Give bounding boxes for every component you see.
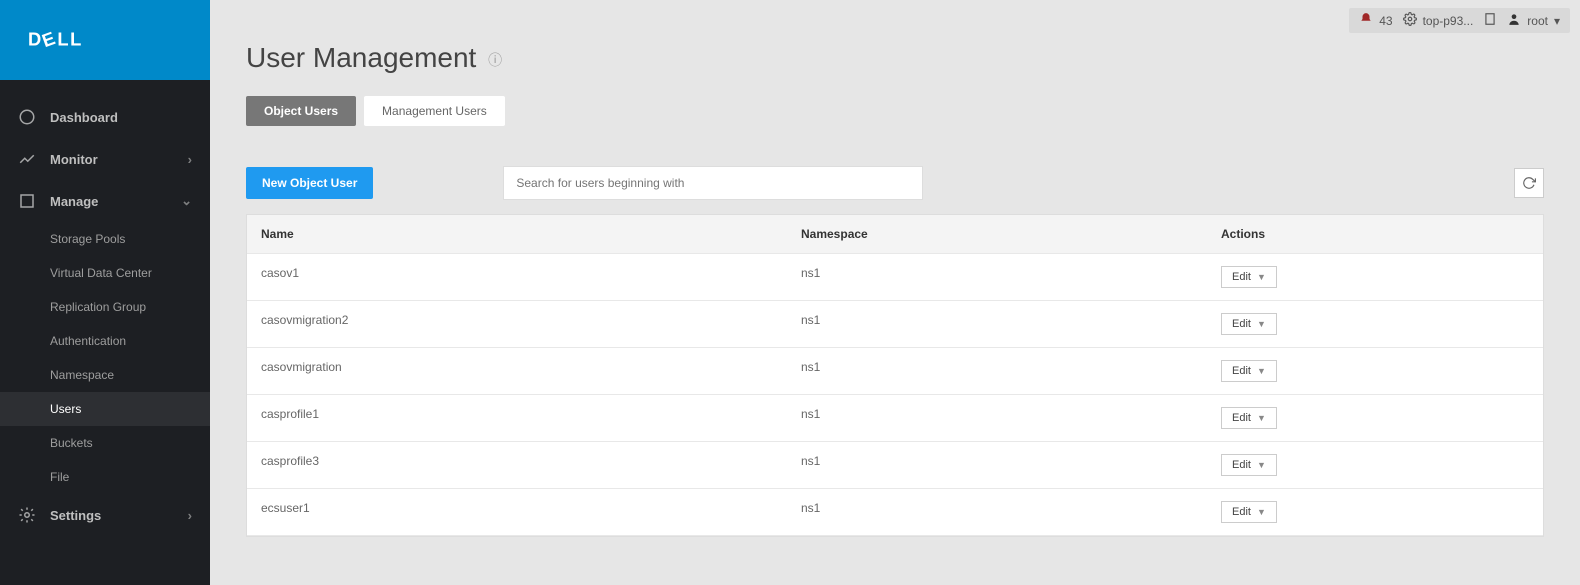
chevron-down-icon: ▼ <box>1257 507 1266 517</box>
cell-name: casprofile1 <box>247 395 787 441</box>
sidebar-subitem-file[interactable]: File <box>50 460 210 494</box>
topbar-alerts[interactable]: 43 <box>1359 12 1392 29</box>
manage-icon <box>18 192 36 210</box>
sidebar-item-dashboard[interactable]: Dashboard <box>0 96 210 138</box>
chevron-down-icon: ▼ <box>1257 413 1266 423</box>
table-body: casov1ns1Edit ▼casovmigration2ns1Edit ▼c… <box>247 254 1543 536</box>
table-row: casov1ns1 Edit ▼ <box>247 254 1543 301</box>
edit-button[interactable]: Edit ▼ <box>1221 360 1277 382</box>
sidebar-item-monitor[interactable]: Monitor › <box>0 138 210 180</box>
sidebar-item-manage[interactable]: Manage ⌄ <box>0 180 210 222</box>
svg-text:E: E <box>39 27 57 51</box>
dell-logo-icon: D E L L <box>28 23 138 57</box>
nav: Dashboard Monitor › Manage ⌄ Storage Poo… <box>0 80 210 536</box>
sidebar-subitem-replication-group[interactable]: Replication Group <box>50 290 210 324</box>
cell-namespace: ns1 <box>787 442 1207 488</box>
tab-management-users[interactable]: Management Users <box>364 96 505 126</box>
col-header-namespace[interactable]: Namespace <box>787 215 1207 253</box>
chevron-right-icon: › <box>188 152 192 167</box>
chevron-down-icon: ▾ <box>1554 14 1560 28</box>
users-table: Name Namespace Actions casov1ns1Edit ▼ca… <box>246 214 1544 537</box>
cell-namespace: ns1 <box>787 254 1207 300</box>
cell-name: casovmigration <box>247 348 787 394</box>
cell-actions: Edit ▼ <box>1207 301 1543 347</box>
sidebar-subitem-virtual-data-center[interactable]: Virtual Data Center <box>50 256 210 290</box>
cell-namespace: ns1 <box>787 301 1207 347</box>
edit-button[interactable]: Edit ▼ <box>1221 266 1277 288</box>
identity-label: top-p93... <box>1423 14 1474 28</box>
sidebar-subitem-storage-pools[interactable]: Storage Pools <box>50 222 210 256</box>
table-row: casprofile3ns1 Edit ▼ <box>247 442 1543 489</box>
svg-text:L: L <box>57 29 68 50</box>
col-header-actions: Actions <box>1207 215 1543 253</box>
cell-name: ecsuser1 <box>247 489 787 535</box>
edit-button[interactable]: Edit ▼ <box>1221 454 1277 476</box>
sidebar-label: Manage <box>50 194 181 209</box>
bell-icon <box>1359 12 1373 29</box>
search-input[interactable] <box>503 166 923 200</box>
topbar-user[interactable]: root ▾ <box>1507 12 1560 29</box>
user-label: root <box>1527 14 1548 28</box>
chevron-down-icon: ▼ <box>1257 319 1266 329</box>
cell-namespace: ns1 <box>787 348 1207 394</box>
sidebar-subitem-users[interactable]: Users <box>0 392 210 426</box>
cell-actions: Edit ▼ <box>1207 442 1543 488</box>
refresh-icon <box>1522 176 1536 190</box>
sidebar-subitem-buckets[interactable]: Buckets <box>50 426 210 460</box>
chevron-down-icon: ▼ <box>1257 460 1266 470</box>
dashboard-icon <box>18 108 36 126</box>
sidebar-subitem-namespace[interactable]: Namespace <box>50 358 210 392</box>
chevron-down-icon: ▼ <box>1257 366 1266 376</box>
table-row: casovmigration2ns1 Edit ▼ <box>247 301 1543 348</box>
cell-namespace: ns1 <box>787 489 1207 535</box>
new-object-user-button[interactable]: New Object User <box>246 167 373 199</box>
alert-count: 43 <box>1379 14 1392 28</box>
cell-actions: Edit ▼ <box>1207 395 1543 441</box>
topbar-identity[interactable]: top-p93... <box>1403 12 1474 29</box>
table-row: casprofile1ns1 Edit ▼ <box>247 395 1543 442</box>
sidebar-subitem-authentication[interactable]: Authentication <box>50 324 210 358</box>
edit-button[interactable]: Edit ▼ <box>1221 501 1277 523</box>
toolbar: New Object User <box>246 166 1544 200</box>
refresh-button[interactable] <box>1514 168 1544 198</box>
edit-button[interactable]: Edit ▼ <box>1221 407 1277 429</box>
table-header-row: Name Namespace Actions <box>247 215 1543 254</box>
edit-button[interactable]: Edit ▼ <box>1221 313 1277 335</box>
main-content: 43 top-p93... root ▾ User Management ⓘ O… <box>210 0 1580 585</box>
sidebar-label: Settings <box>50 508 188 523</box>
tab-strip: Object Users Management Users <box>246 96 1580 126</box>
sidebar-label: Monitor <box>50 152 188 167</box>
cell-actions: Edit ▼ <box>1207 254 1543 300</box>
monitor-icon <box>18 150 36 168</box>
brand-logo: D E L L <box>0 0 210 80</box>
gear-icon <box>1403 12 1417 29</box>
cell-actions: Edit ▼ <box>1207 489 1543 535</box>
col-header-name[interactable]: Name <box>247 215 787 253</box>
chevron-down-icon: ⌄ <box>181 193 192 209</box>
sidebar: D E L L Dashboard Monitor › Manage ⌄ Sto… <box>0 0 210 585</box>
topbar: 43 top-p93... root ▾ <box>1349 8 1570 33</box>
cell-name: casprofile3 <box>247 442 787 488</box>
info-rect-icon <box>1483 12 1497 29</box>
sidebar-item-settings[interactable]: Settings › <box>0 494 210 536</box>
page-title-text: User Management <box>246 42 476 73</box>
chevron-right-icon: › <box>188 508 192 523</box>
cell-name: casovmigration2 <box>247 301 787 347</box>
sidebar-label: Dashboard <box>50 110 192 125</box>
chevron-down-icon: ▼ <box>1257 272 1266 282</box>
cell-actions: Edit ▼ <box>1207 348 1543 394</box>
cell-name: casov1 <box>247 254 787 300</box>
settings-icon <box>18 506 36 524</box>
cell-namespace: ns1 <box>787 395 1207 441</box>
user-icon <box>1507 12 1521 29</box>
topbar-info[interactable] <box>1483 12 1497 29</box>
tab-object-users[interactable]: Object Users <box>246 96 356 126</box>
table-row: casovmigrationns1 Edit ▼ <box>247 348 1543 395</box>
table-row: ecsuser1ns1 Edit ▼ <box>247 489 1543 536</box>
info-icon[interactable]: ⓘ <box>488 52 502 68</box>
svg-text:L: L <box>70 29 81 50</box>
sidebar-subnav-manage: Storage PoolsVirtual Data CenterReplicat… <box>0 222 210 494</box>
